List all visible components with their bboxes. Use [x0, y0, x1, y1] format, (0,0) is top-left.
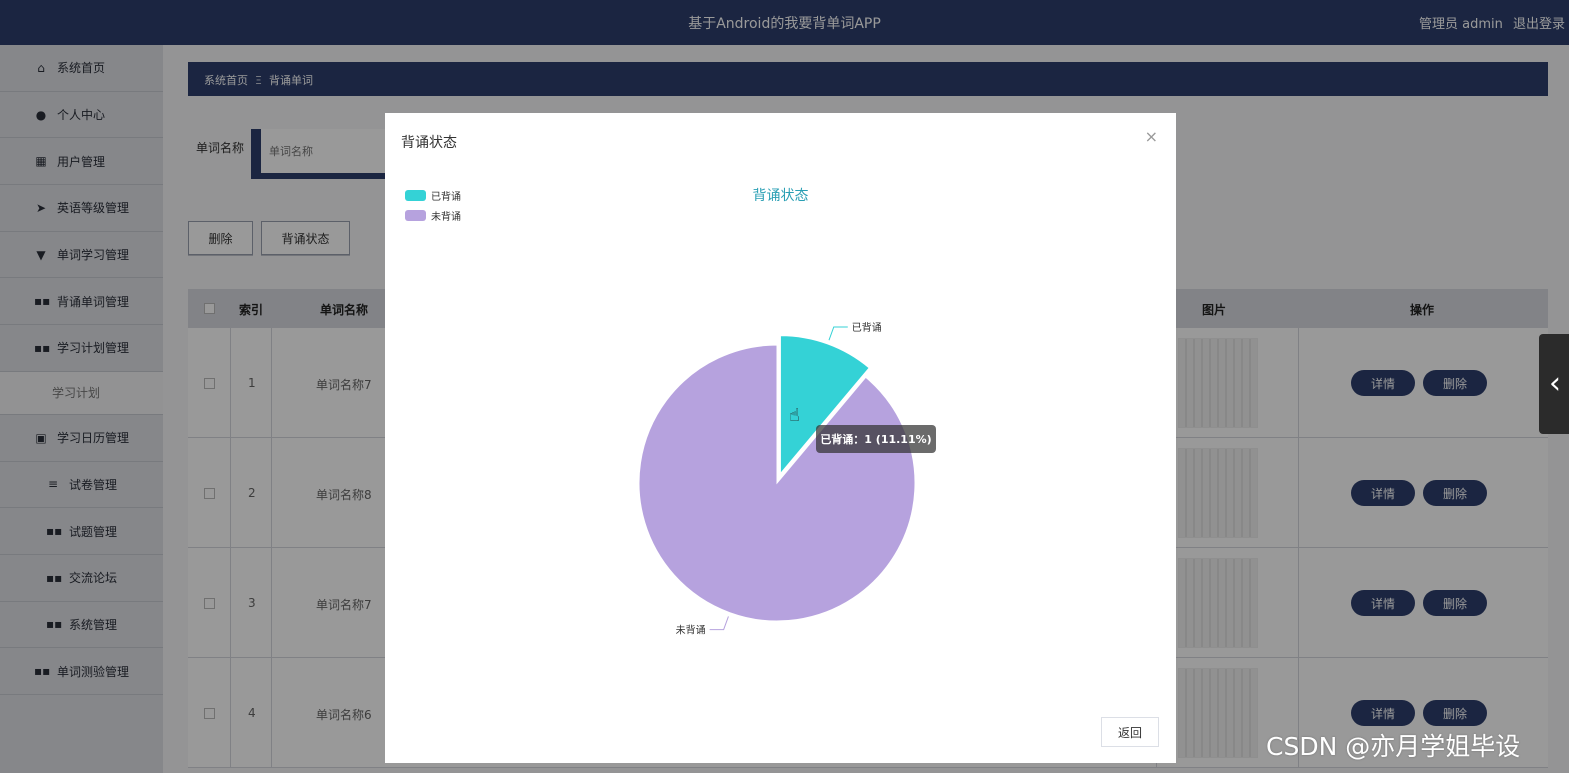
side-panel-toggle[interactable]: ‹ [1539, 334, 1569, 434]
chart-tooltip: 已背诵：1 (11.11%) [816, 425, 936, 453]
return-button[interactable]: 返回 [1101, 717, 1159, 747]
tooltip-text: 已背诵：1 (11.11%) [820, 432, 931, 446]
pie-chart: 已背诵未背诵 已背诵：1 (11.11%) ☝ [638, 321, 936, 637]
recite-status-dialog: 背诵状态 × 背诵状态 已背诵 未背诵 已背诵 未背诵 已背诵：1 (11.11%)… [385, 113, 1176, 763]
hand-cursor-icon: ☝ [789, 405, 800, 426]
slice-label-line [828, 326, 848, 341]
slice-label-line [709, 616, 729, 631]
slice-label: 未背诵 [676, 624, 706, 637]
slice-label: 已背诵 [852, 321, 882, 334]
watermark: CSDN @亦月学姐毕设 [1266, 732, 1521, 761]
pie-slice[interactable] [638, 344, 916, 622]
chevron-left-icon: ‹ [1549, 366, 1561, 401]
